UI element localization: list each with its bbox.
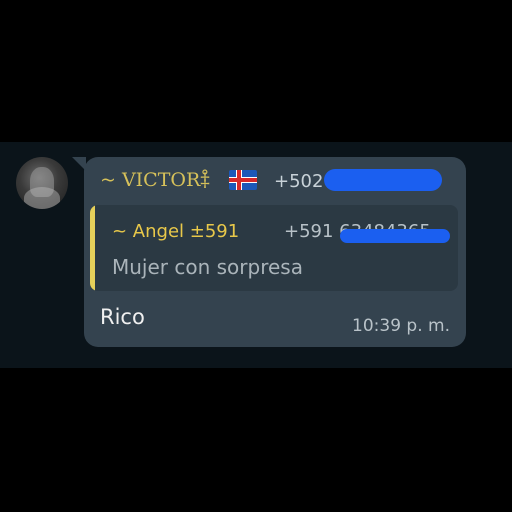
avatar-figure-body [24,187,60,209]
quote-accent-bar [90,205,95,291]
message-timestamp: 10:39 p. m. [352,316,450,336]
sender-name[interactable]: ~ VICTOR‡̊ [100,169,210,191]
message-text: Rico [100,305,145,329]
redaction-scribble [324,169,442,191]
redaction-scribble [340,229,450,243]
quoted-author: ~ Angel ±591 [112,221,240,242]
quoted-text: Mujer con sorpresa [112,255,303,279]
iceland-flag-icon [229,170,257,190]
message-bubble[interactable]: ~ VICTOR‡̊ +502 5461 0575 ~ Angel ±591 +… [72,157,466,347]
screenshot: ~ VICTOR‡̊ +502 5461 0575 ~ Angel ±591 +… [0,0,512,512]
sender-avatar[interactable] [16,157,68,209]
quoted-reply[interactable]: ~ Angel ±591 +591 63484365 Mujer con sor… [90,205,458,291]
